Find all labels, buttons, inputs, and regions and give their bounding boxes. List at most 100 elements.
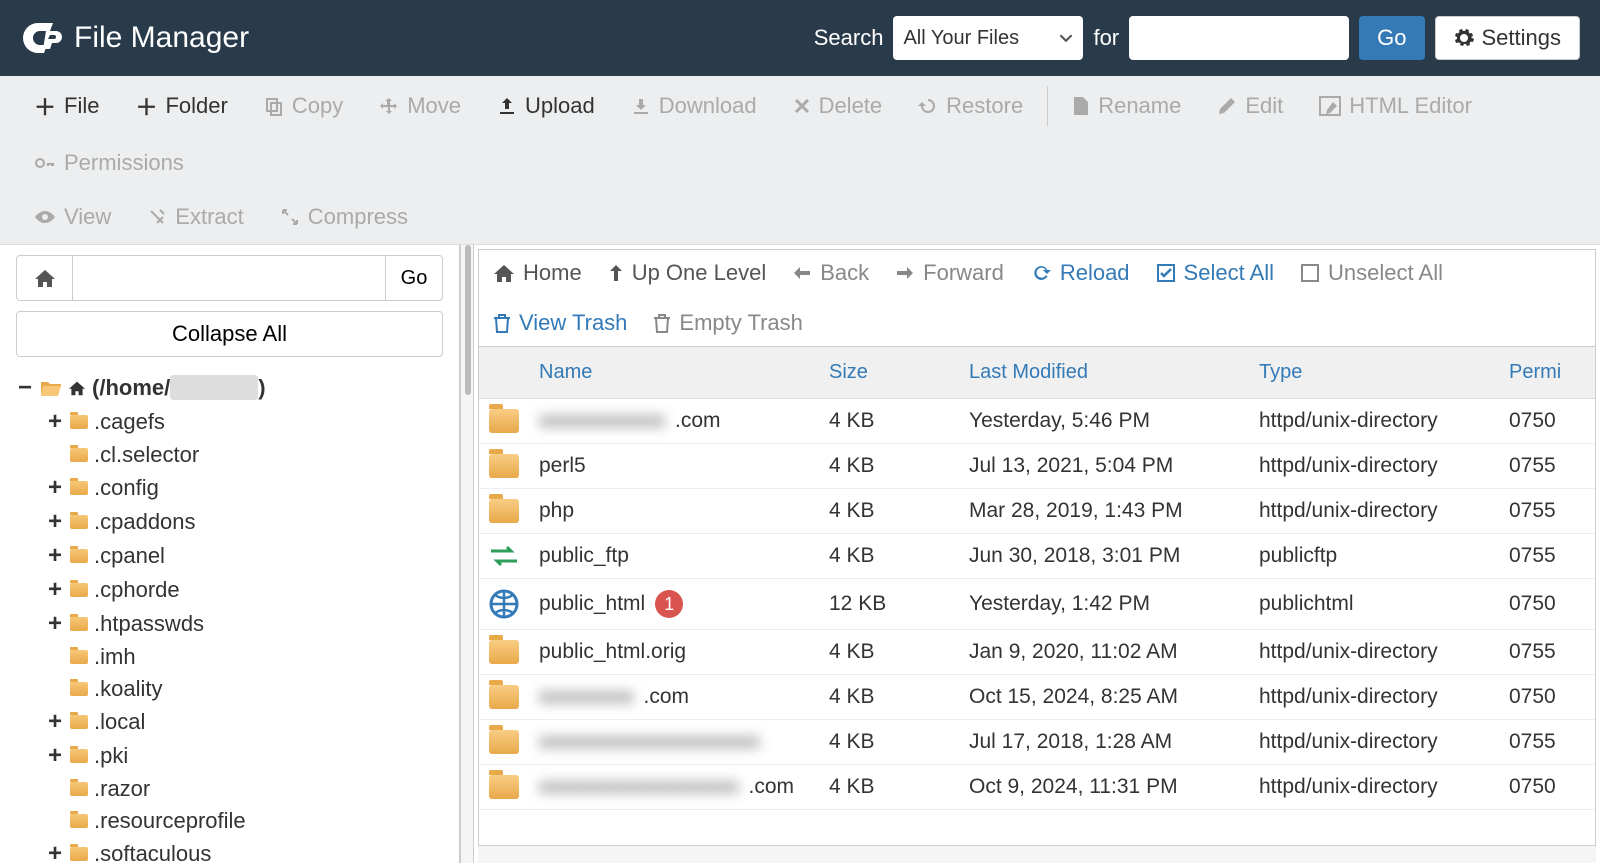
extract-button[interactable]: Extract	[129, 190, 261, 244]
tree-item-label: .resourceprofile	[94, 808, 246, 834]
download-icon	[631, 96, 651, 116]
col-header-name[interactable]: Name	[529, 347, 819, 398]
folder-icon	[70, 448, 88, 462]
row-type: httpd/unix-directory	[1249, 489, 1499, 533]
arrow-right-icon	[895, 265, 915, 281]
tree-item[interactable]: + .cagefs	[16, 405, 443, 439]
main-area: Go Collapse All − (/home/XXXXXX) + .cage…	[0, 245, 1600, 863]
tree-item[interactable]: .cl.selector	[16, 439, 443, 471]
copy-button[interactable]: Copy	[246, 79, 361, 133]
row-icon	[479, 675, 529, 719]
new-file-button[interactable]: ＋File	[16, 76, 117, 136]
nav-view-trash[interactable]: View Trash	[493, 310, 627, 336]
search-input[interactable]	[1129, 16, 1349, 60]
folder-icon	[489, 730, 519, 754]
expand-icon[interactable]: +	[46, 610, 64, 638]
table-row[interactable]: php 4 KB Mar 28, 2019, 1:43 PM httpd/uni…	[479, 489, 1595, 534]
nav-reload[interactable]: Reload	[1030, 260, 1130, 286]
tree-item[interactable]: + .htpasswds	[16, 607, 443, 641]
tree-item[interactable]: .koality	[16, 673, 443, 705]
tree-item[interactable]: .razor	[16, 773, 443, 805]
row-permissions: 0750	[1499, 675, 1569, 719]
path-input[interactable]	[72, 255, 385, 301]
tree-item[interactable]: + .cpanel	[16, 539, 443, 573]
horizontal-scrollbar[interactable]	[478, 845, 1596, 863]
tree-item-label: .config	[94, 475, 159, 501]
delete-button[interactable]: Delete	[775, 79, 901, 133]
col-header-type[interactable]: Type	[1249, 347, 1499, 398]
table-row[interactable]: perl5 4 KB Jul 13, 2021, 5:04 PM httpd/u…	[479, 444, 1595, 489]
permissions-button[interactable]: Permissions	[16, 136, 202, 190]
row-name: xxxxxxxxxxxxxxxxxxxxx	[529, 720, 819, 764]
tree-item[interactable]: + .config	[16, 471, 443, 505]
row-size: 4 KB	[819, 444, 959, 488]
nav-up[interactable]: Up One Level	[608, 260, 767, 286]
expand-icon[interactable]: +	[46, 742, 64, 770]
expand-icon[interactable]: +	[46, 576, 64, 604]
search-scope-select[interactable]: All Your Files	[893, 16, 1083, 60]
tree-item[interactable]: + .local	[16, 705, 443, 739]
row-name: public_html1	[529, 580, 819, 628]
row-size: 4 KB	[819, 720, 959, 764]
expand-icon[interactable]: +	[46, 708, 64, 736]
path-go-button[interactable]: Go	[385, 255, 443, 301]
tree-item[interactable]: + .cphorde	[16, 573, 443, 607]
table-row[interactable]: xxxxxxxxxxxx.com 4 KB Yesterday, 5:46 PM…	[479, 399, 1595, 444]
col-header-size[interactable]: Size	[819, 347, 959, 398]
rename-button[interactable]: Rename	[1054, 79, 1199, 133]
nav-forward[interactable]: Forward	[895, 260, 1004, 286]
folder-icon	[70, 682, 88, 696]
settings-button[interactable]: Settings	[1435, 16, 1581, 60]
tree-item[interactable]: + .pki	[16, 739, 443, 773]
search-go-button[interactable]: Go	[1359, 16, 1424, 60]
new-folder-button[interactable]: ＋Folder	[117, 76, 245, 136]
folder-icon	[70, 617, 88, 631]
collapse-icon[interactable]: −	[16, 374, 34, 402]
row-permissions: 0750	[1499, 582, 1569, 626]
collapse-all-button[interactable]: Collapse All	[16, 311, 443, 357]
nav-unselect-all[interactable]: Unselect All	[1300, 260, 1443, 286]
table-row[interactable]: public_html1 12 KB Yesterday, 1:42 PM pu…	[479, 579, 1595, 630]
table-row[interactable]: xxxxxxxxx.com 4 KB Oct 15, 2024, 8:25 AM…	[479, 675, 1595, 720]
expand-icon[interactable]: +	[46, 508, 64, 536]
toolbar: ＋File ＋Folder Copy Move Upload Download …	[0, 76, 1600, 245]
tree-item-label: .local	[94, 709, 145, 735]
search-area: Search All Your Files for Go Settings	[814, 16, 1580, 60]
col-header-permissions[interactable]: Permi	[1499, 347, 1569, 398]
nav-select-all[interactable]: Select All	[1156, 260, 1275, 286]
tree-item[interactable]: .imh	[16, 641, 443, 673]
expand-icon[interactable]: +	[46, 840, 64, 863]
eye-icon	[34, 209, 56, 225]
table-row[interactable]: xxxxxxxxxxxxxxxxxxxxx 4 KB Jul 17, 2018,…	[479, 720, 1595, 765]
tree-root[interactable]: − (/home/XXXXXX)	[16, 371, 443, 405]
tree-item[interactable]: + .cpaddons	[16, 505, 443, 539]
col-header-modified[interactable]: Last Modified	[959, 347, 1249, 398]
expand-icon[interactable]: +	[46, 408, 64, 436]
compress-button[interactable]: Compress	[262, 190, 426, 244]
tree-item[interactable]: + .softaculous	[16, 837, 443, 863]
tree-item[interactable]: .resourceprofile	[16, 805, 443, 837]
expand-icon[interactable]: +	[46, 542, 64, 570]
view-button[interactable]: View	[16, 190, 129, 244]
expand-icon[interactable]: +	[46, 474, 64, 502]
nav-home[interactable]: Home	[493, 260, 582, 286]
home-path-button[interactable]	[16, 255, 72, 301]
edit-button[interactable]: Edit	[1199, 79, 1301, 133]
html-editor-icon	[1319, 96, 1341, 116]
row-name: public_html.orig	[529, 630, 819, 674]
row-modified: Yesterday, 5:46 PM	[959, 399, 1249, 443]
table-row[interactable]: public_ftp 4 KB Jun 30, 2018, 3:01 PM pu…	[479, 534, 1595, 579]
nav-empty-trash[interactable]: Empty Trash	[653, 310, 802, 336]
html-editor-button[interactable]: HTML Editor	[1301, 79, 1490, 133]
header-bar: File Manager Search All Your Files for G…	[0, 0, 1600, 76]
close-icon	[793, 97, 811, 115]
table-row[interactable]: public_html.orig 4 KB Jan 9, 2020, 11:02…	[479, 630, 1595, 675]
upload-button[interactable]: Upload	[479, 79, 613, 133]
row-type: httpd/unix-directory	[1249, 444, 1499, 488]
checkbox-icon	[1300, 263, 1320, 283]
nav-back[interactable]: Back	[792, 260, 869, 286]
download-button[interactable]: Download	[613, 79, 775, 133]
splitter[interactable]	[460, 245, 474, 863]
restore-button[interactable]: Restore	[900, 79, 1041, 133]
move-button[interactable]: Move	[361, 79, 479, 133]
